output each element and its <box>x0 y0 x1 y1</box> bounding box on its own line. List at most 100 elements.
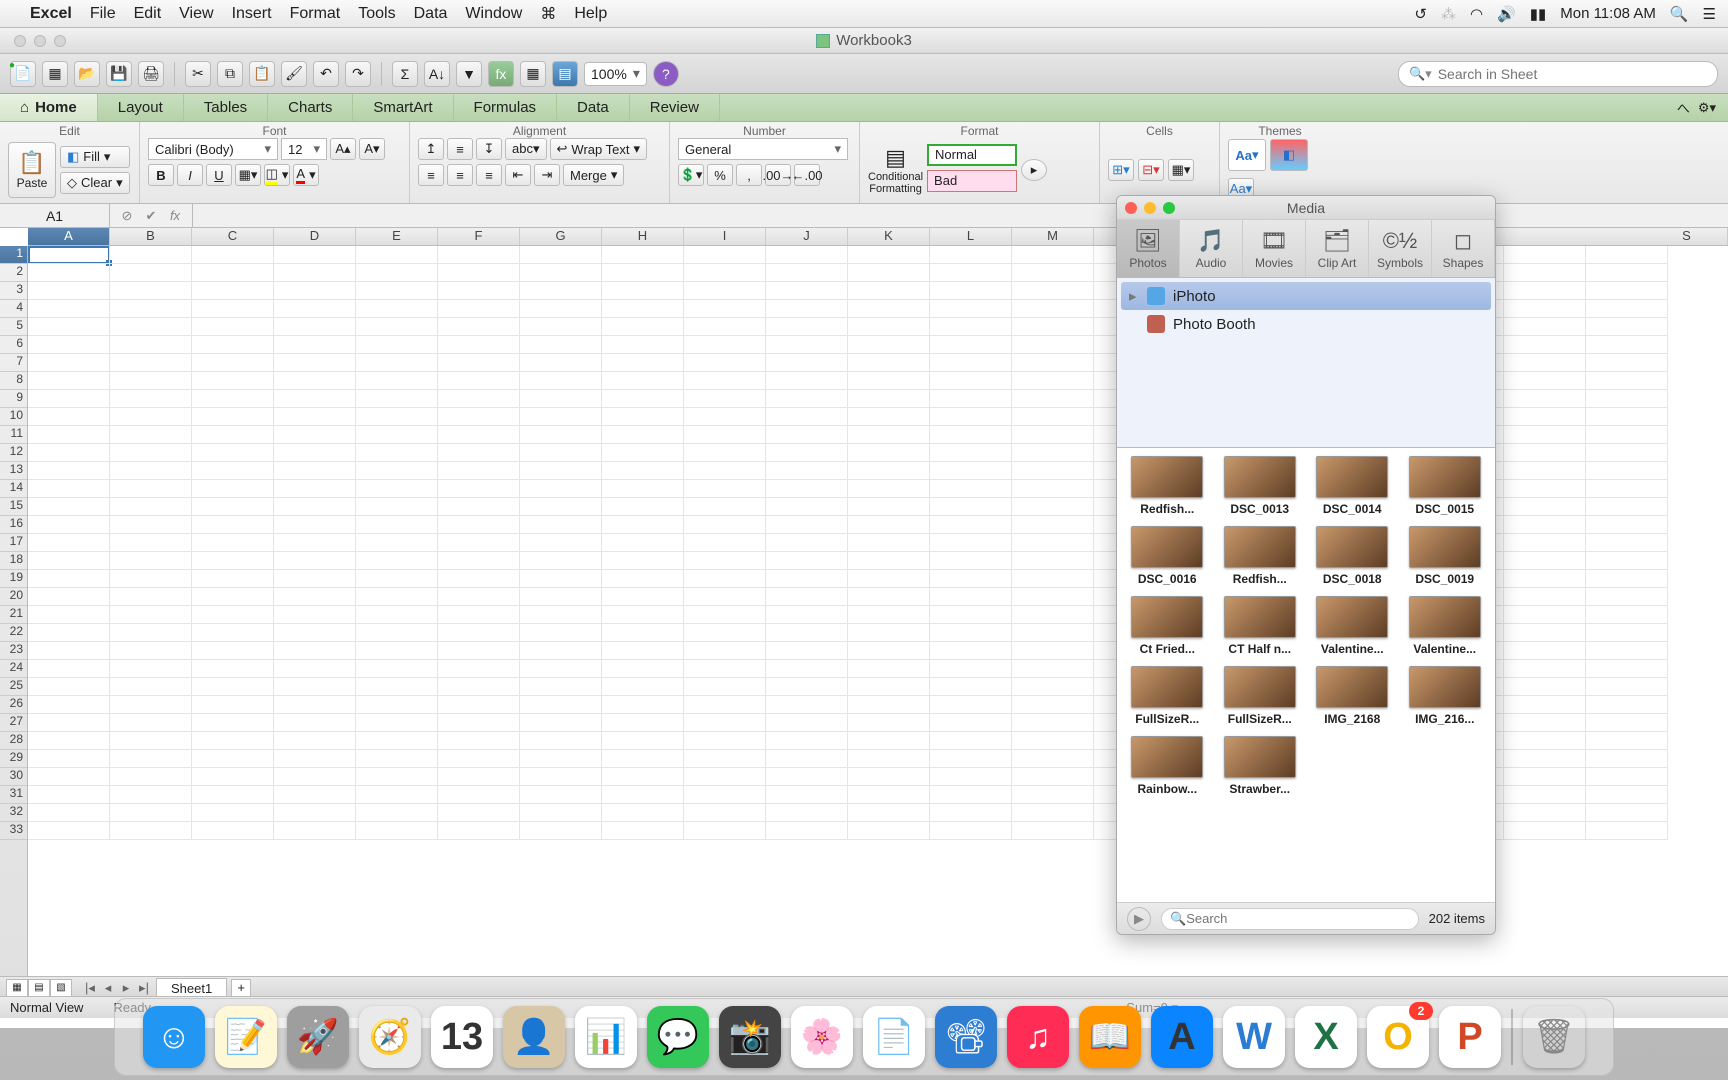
dock-pages[interactable]: 📄 <box>863 1006 925 1068</box>
menu-edit[interactable]: Edit <box>134 5 162 23</box>
media-thumb[interactable]: Redfish... <box>1125 456 1210 516</box>
search-sheet-input[interactable] <box>1438 66 1707 82</box>
align-left-button[interactable]: ≡ <box>418 164 444 186</box>
font-size-select[interactable]: 12▾ <box>281 138 327 160</box>
font-color-button[interactable]: A▾ <box>293 164 319 186</box>
media-thumb[interactable]: Valentine... <box>1403 596 1488 656</box>
close-window-button[interactable] <box>14 35 26 47</box>
row-header-25[interactable]: 25 <box>0 678 27 696</box>
dock-messages[interactable]: 💬 <box>647 1006 709 1068</box>
insert-cells-button[interactable]: ⊞▾ <box>1108 159 1134 181</box>
row-header-21[interactable]: 21 <box>0 606 27 624</box>
bold-button[interactable]: B <box>148 164 174 186</box>
row-header-11[interactable]: 11 <box>0 426 27 444</box>
new-workbook-button[interactable]: 📄● <box>10 61 36 87</box>
decrease-decimal-button[interactable]: ←.00 <box>794 164 820 186</box>
ribbon-settings-icon[interactable]: ⚙▾ <box>1698 100 1716 116</box>
align-bottom-button[interactable]: ↧ <box>476 138 502 160</box>
media-thumb[interactable]: Strawber... <box>1218 736 1303 796</box>
align-center-button[interactable]: ≡ <box>447 164 473 186</box>
row-header-23[interactable]: 23 <box>0 642 27 660</box>
media-thumb[interactable]: DSC_0018 <box>1310 526 1395 586</box>
column-header-H[interactable]: H <box>602 228 684 245</box>
cancel-formula-icon[interactable]: ⊘ <box>118 208 136 224</box>
zoom-select[interactable]: 100% ▾ <box>584 62 647 86</box>
row-header-16[interactable]: 16 <box>0 516 27 534</box>
delete-cells-button[interactable]: ⊟▾ <box>1138 159 1164 181</box>
media-tab-movies[interactable]: 🎞Movies <box>1243 220 1306 277</box>
filter-button[interactable]: ▼ <box>456 61 482 87</box>
media-browser-button[interactable]: ▤ <box>552 61 578 87</box>
media-thumb[interactable]: Valentine... <box>1310 596 1395 656</box>
media-thumb[interactable]: DSC_0016 <box>1125 526 1210 586</box>
print-button[interactable]: 🖨 <box>138 61 164 87</box>
column-header-C[interactable]: C <box>192 228 274 245</box>
ribbon-tab-smartart[interactable]: SmartArt <box>353 94 453 121</box>
column-header-E[interactable]: E <box>356 228 438 245</box>
increase-decimal-button[interactable]: .00→ <box>765 164 791 186</box>
media-thumb[interactable]: IMG_216... <box>1403 666 1488 726</box>
volume-icon[interactable]: 🔊 <box>1497 5 1516 23</box>
fill-button[interactable]: ◧Fill▾ <box>60 146 130 168</box>
menu-window[interactable]: Window <box>465 5 522 23</box>
wifi-icon[interactable]: ◠ <box>1470 5 1483 23</box>
row-header-13[interactable]: 13 <box>0 462 27 480</box>
column-header-G[interactable]: G <box>520 228 602 245</box>
menu-file[interactable]: File <box>90 5 116 23</box>
dock-photobooth[interactable]: 📸 <box>719 1006 781 1068</box>
next-sheet-button[interactable]: ▸ <box>118 980 134 996</box>
row-headers[interactable]: 1234567891011121314151617181920212223242… <box>0 246 28 998</box>
autosum-button[interactable]: Σ <box>392 61 418 87</box>
style-normal[interactable]: Normal <box>927 144 1017 166</box>
open-button[interactable]: 📂 <box>74 61 100 87</box>
row-header-9[interactable]: 9 <box>0 390 27 408</box>
row-header-2[interactable]: 2 <box>0 264 27 282</box>
page-break-view-button[interactable]: ▧ <box>50 979 72 997</box>
bluetooth-icon[interactable]: ⁂ <box>1441 5 1456 23</box>
style-gallery-more[interactable]: ▸ <box>1021 159 1047 181</box>
help-button[interactable]: ? <box>653 61 679 87</box>
orientation-button[interactable]: abc▾ <box>505 138 547 160</box>
media-tab-photos[interactable]: 🖼Photos <box>1117 220 1180 277</box>
themes-colors-button[interactable]: ◧ <box>1270 139 1308 171</box>
row-header-6[interactable]: 6 <box>0 336 27 354</box>
row-header-18[interactable]: 18 <box>0 552 27 570</box>
dock-keynote[interactable]: 📽 <box>935 1006 997 1068</box>
row-header-7[interactable]: 7 <box>0 354 27 372</box>
dock-ibooks[interactable]: 📖 <box>1079 1006 1141 1068</box>
wrap-text-button[interactable]: ↩ Wrap Text ▾ <box>550 138 647 160</box>
row-header-30[interactable]: 30 <box>0 768 27 786</box>
paste-big-button[interactable]: 📋Paste <box>8 142 56 198</box>
underline-button[interactable]: U <box>206 164 232 186</box>
column-header-B[interactable]: B <box>110 228 192 245</box>
dock-excel[interactable]: X <box>1295 1006 1357 1068</box>
notification-center-icon[interactable]: ☰ <box>1703 5 1716 23</box>
row-header-4[interactable]: 4 <box>0 300 27 318</box>
menu-help[interactable]: Help <box>574 5 607 23</box>
currency-button[interactable]: 💲▾ <box>678 164 704 186</box>
media-titlebar[interactable]: Media <box>1117 196 1495 220</box>
percent-button[interactable]: % <box>707 164 733 186</box>
decrease-indent-button[interactable]: ⇤ <box>505 164 531 186</box>
row-header-3[interactable]: 3 <box>0 282 27 300</box>
minimize-window-button[interactable] <box>34 35 46 47</box>
last-sheet-button[interactable]: ▸| <box>136 980 152 996</box>
decrease-font-button[interactable]: A▾ <box>359 138 385 160</box>
increase-indent-button[interactable]: ⇥ <box>534 164 560 186</box>
media-thumb[interactable]: DSC_0019 <box>1403 526 1488 586</box>
spotlight-icon[interactable]: 🔍 <box>1670 5 1689 23</box>
dock-finder[interactable]: ☺ <box>143 1006 205 1068</box>
media-tab-shapes[interactable]: ◻Shapes <box>1432 220 1495 277</box>
style-bad[interactable]: Bad <box>927 170 1017 192</box>
row-header-8[interactable]: 8 <box>0 372 27 390</box>
first-sheet-button[interactable]: |◂ <box>82 980 98 996</box>
borders-button[interactable]: ▦▾ <box>235 164 261 186</box>
row-header-22[interactable]: 22 <box>0 624 27 642</box>
row-header-26[interactable]: 26 <box>0 696 27 714</box>
copy-button[interactable]: ⧉ <box>217 61 243 87</box>
column-header-I[interactable]: I <box>684 228 766 245</box>
name-box[interactable]: A1 <box>0 204 110 227</box>
dock-itunes[interactable]: ♫ <box>1007 1006 1069 1068</box>
column-header-A[interactable]: A <box>28 228 110 245</box>
formula-builder-button[interactable]: fx <box>488 61 514 87</box>
